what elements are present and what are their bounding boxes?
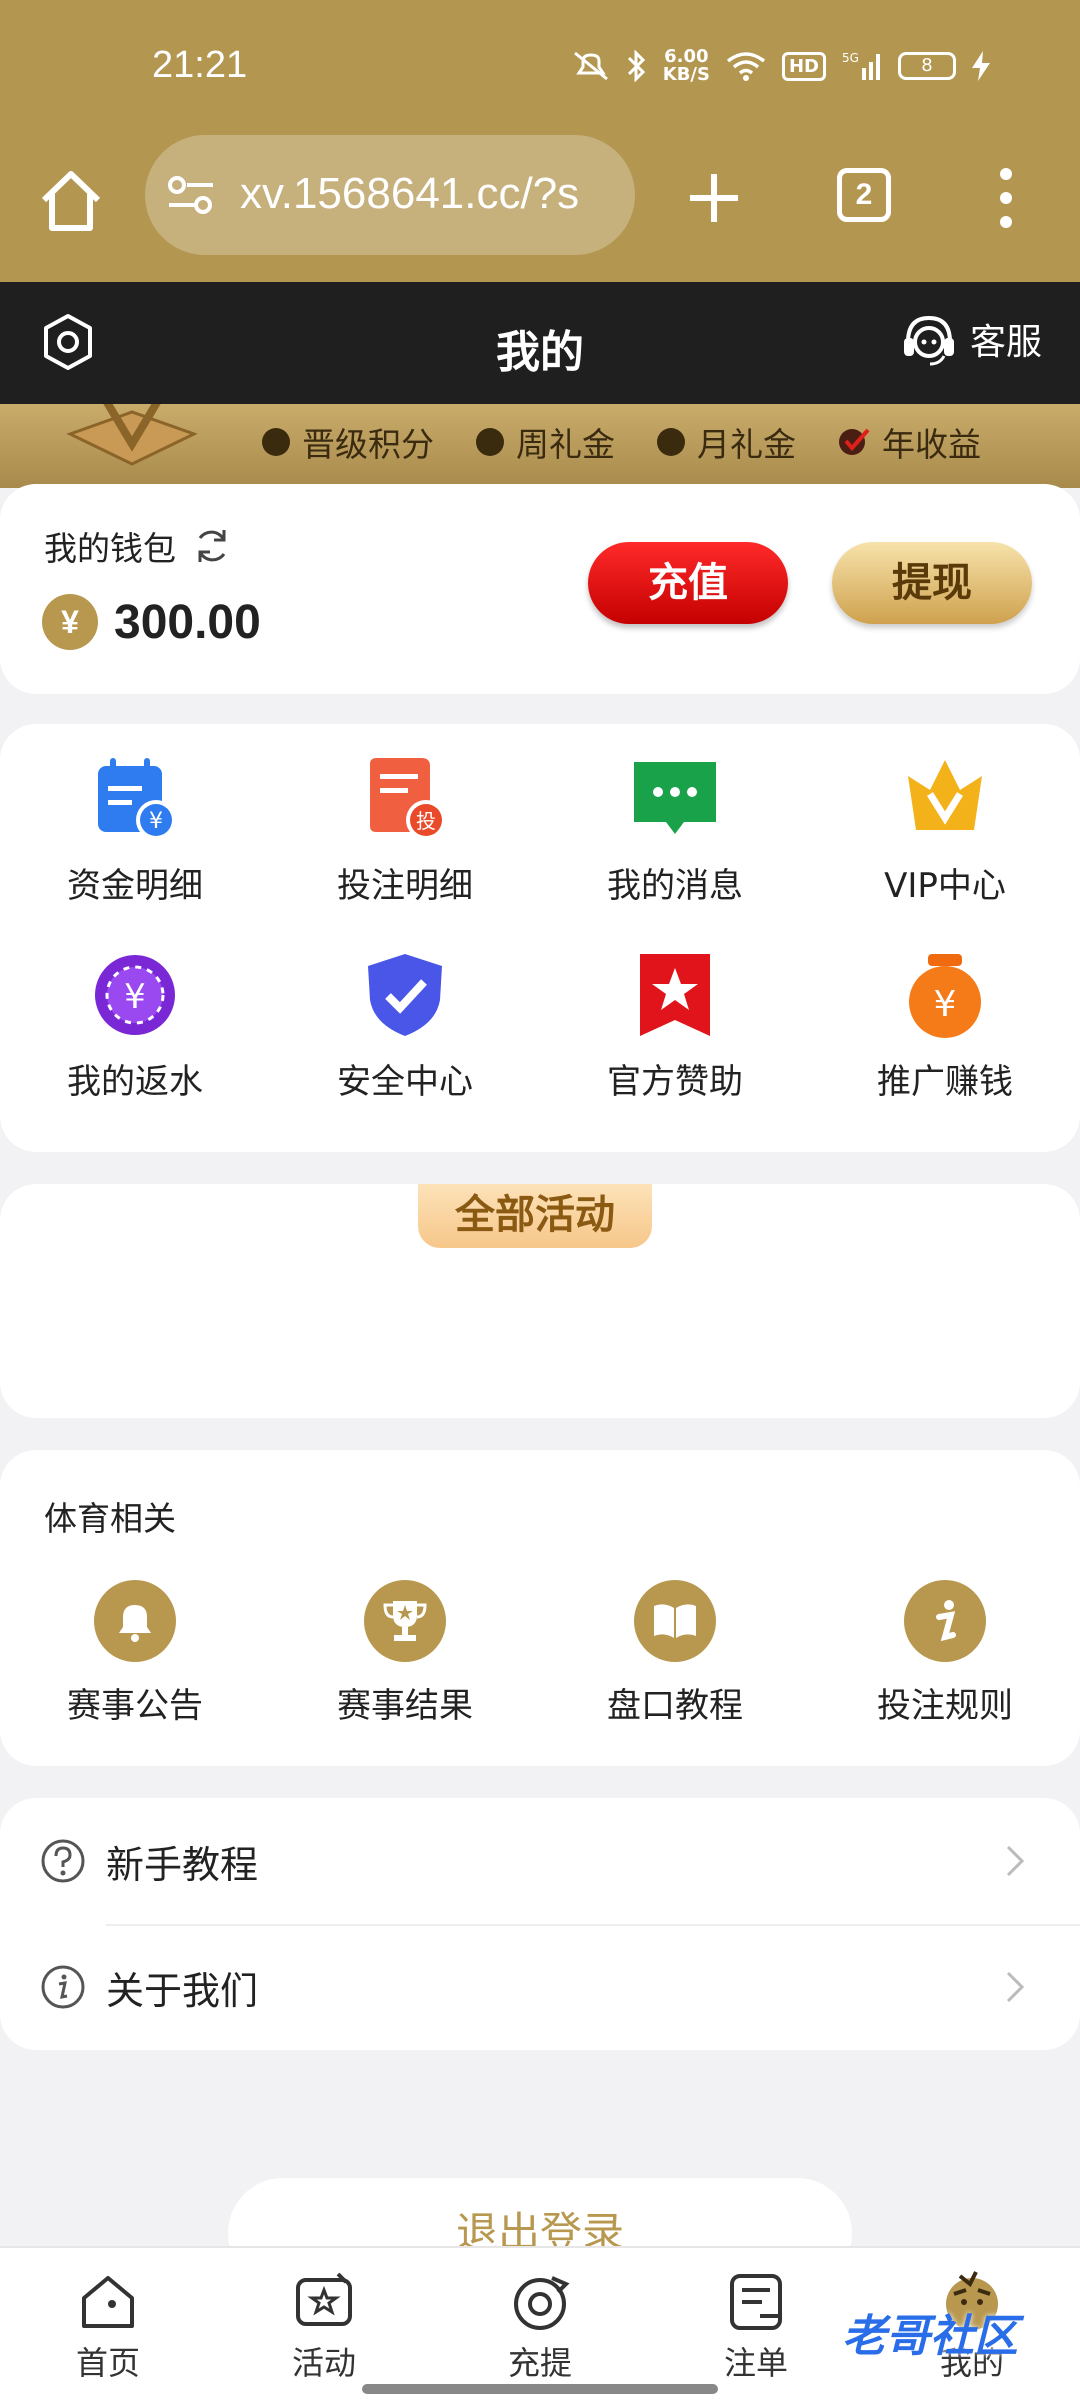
more-menu-icon[interactable]	[996, 166, 1016, 230]
wifi-icon	[726, 52, 766, 81]
bullet-icon	[476, 428, 504, 456]
wallet-balance: ¥ 300.00	[42, 594, 261, 650]
sport-item-tutorial[interactable]: 盘口教程	[540, 1580, 810, 1727]
menu-item-funds-detail[interactable]: ¥ 资金明细	[0, 754, 270, 924]
vip-badge-icon	[66, 404, 198, 466]
promo-money-icon: ¥	[909, 954, 981, 1038]
trophy-icon	[364, 1580, 446, 1662]
menu-item-bet-detail[interactable]: 投 投注明细	[270, 754, 540, 924]
bullet-icon	[657, 428, 685, 456]
shield-icon	[368, 954, 442, 1036]
nav-orders[interactable]: 注单	[686, 2270, 826, 2384]
svg-text:¥: ¥	[149, 809, 163, 834]
menu-item-promotion[interactable]: ¥ 推广赚钱	[810, 950, 1080, 1120]
recharge-button[interactable]: 充值	[588, 542, 788, 624]
vip-icon	[908, 760, 982, 830]
bell-icon	[94, 1580, 176, 1662]
sports-section-title: 体育相关	[44, 1499, 176, 1538]
orders-icon	[730, 2274, 782, 2330]
mute-icon	[573, 51, 608, 81]
vip-benefit-item: 周礼金	[476, 418, 615, 466]
help-list-card: 新手教程 关于我们	[0, 1798, 1080, 2050]
activity-icon	[296, 2272, 352, 2326]
withdraw-button[interactable]: 提现	[832, 542, 1032, 624]
vip-benefit-item: 年收益	[838, 418, 981, 466]
status-time: 21:21	[152, 44, 248, 86]
balance-value: 300.00	[114, 595, 261, 649]
star-flag-icon	[640, 954, 710, 1036]
gesture-home-indicator[interactable]	[362, 2384, 718, 2394]
chevron-right-icon	[1006, 1845, 1025, 1877]
site-settings-icon[interactable]	[167, 175, 215, 215]
vip-progress-strip: 晋级积分 周礼金 月礼金 年收益	[0, 404, 1080, 488]
menu-item-security-center[interactable]: 安全中心	[270, 950, 540, 1120]
app-header: 我的 客服	[0, 282, 1080, 404]
list-item-beginner-tutorial[interactable]: 新手教程	[0, 1798, 1080, 1926]
headset-icon	[903, 315, 954, 366]
vip-benefit-item: 晋级积分	[262, 418, 434, 466]
svg-text:投: 投	[416, 809, 436, 833]
home-icon	[82, 2276, 134, 2328]
status-icons: 6.00 KB/S HD 5G 8	[571, 48, 990, 84]
all-activities-tab[interactable]: 全部活动	[418, 1184, 652, 1248]
charging-icon	[972, 51, 990, 81]
browser-chrome: 21:21 6.00 KB/S HD 5G 8 xv.1568641.cc/?s …	[0, 0, 1080, 282]
funds-detail-icon: ¥	[98, 758, 176, 840]
menu-item-messages[interactable]: 我的消息	[540, 754, 810, 924]
sport-item-results[interactable]: 赛事结果	[270, 1580, 540, 1727]
activities-card: 全部活动	[0, 1184, 1080, 1418]
sports-card: 体育相关 赛事公告 赛事结果 盘口教程 投注规则	[0, 1450, 1080, 1766]
info-circle-icon	[41, 1965, 85, 2009]
url-bar[interactable]: xv.1568641.cc/?s	[145, 135, 635, 255]
bluetooth-icon	[627, 50, 645, 82]
vip-benefit-item: 月礼金	[657, 418, 796, 466]
wallet-card: 我的钱包 ¥ 300.00 充值 提现	[0, 484, 1080, 694]
currency-coin-icon: ¥	[42, 594, 98, 650]
sports-grid: 赛事公告 赛事结果 盘口教程 投注规则	[0, 1580, 1080, 1727]
nav-deposit[interactable]: 充提	[470, 2270, 610, 2384]
function-grid: ¥ 资金明细 投 投注明细 我的消息 VIP中心 ¥ 我的返水 安全中心 官方赞…	[0, 754, 1080, 1120]
sport-item-rules[interactable]: 投注规则	[810, 1580, 1080, 1727]
refresh-icon[interactable]	[192, 526, 232, 566]
svg-text:¥: ¥	[934, 984, 957, 1025]
bullet-icon	[262, 428, 290, 456]
chevron-right-icon	[1006, 1971, 1025, 2003]
tab-switcher-button[interactable]: 2	[837, 168, 891, 222]
status-bar: 21:21 6.00 KB/S HD 5G 8	[0, 0, 1080, 130]
url-text[interactable]: xv.1568641.cc/?s	[240, 169, 620, 219]
question-icon	[41, 1839, 85, 1883]
deposit-icon	[514, 2276, 570, 2330]
service-label: 客服	[969, 322, 1042, 363]
menu-item-sponsorship[interactable]: 官方赞助	[540, 950, 810, 1120]
nav-home[interactable]: 首页	[38, 2270, 178, 2384]
signal-icon: 5G	[842, 51, 880, 80]
browser-toolbar: xv.1568641.cc/?s 2	[0, 130, 1080, 282]
browser-home-icon[interactable]	[36, 166, 106, 236]
info-icon	[904, 1580, 986, 1662]
customer-service-button[interactable]: 客服	[900, 310, 1042, 368]
battery-indicator: 8	[898, 52, 956, 80]
list-item-about-us[interactable]: 关于我们	[0, 1924, 1080, 2050]
rebate-icon: ¥	[95, 955, 175, 1035]
vip-benefit-list: 晋级积分 周礼金 月礼金 年收益	[262, 418, 981, 466]
hd-badge: HD	[781, 51, 826, 81]
wallet-label: 我的钱包	[44, 522, 232, 570]
menu-item-vip-center[interactable]: VIP中心	[810, 754, 1080, 924]
book-icon	[634, 1580, 716, 1662]
new-tab-icon[interactable]	[686, 170, 742, 226]
checked-bullet-icon	[839, 428, 870, 455]
nav-activity[interactable]: 活动	[254, 2270, 394, 2384]
svg-text:5G: 5G	[842, 51, 859, 65]
bet-detail-icon: 投	[370, 758, 446, 840]
message-icon	[634, 762, 716, 834]
svg-text:¥: ¥	[124, 977, 146, 1017]
net-speed: 6.00 KB/S	[662, 46, 710, 85]
function-menu-card: ¥ 资金明细 投 投注明细 我的消息 VIP中心 ¥ 我的返水 安全中心 官方赞…	[0, 724, 1080, 1152]
watermark-logo: 老哥社区	[842, 2311, 1018, 2362]
sport-item-announcements[interactable]: 赛事公告	[0, 1580, 270, 1727]
menu-item-rebate[interactable]: ¥ 我的返水	[0, 950, 270, 1120]
